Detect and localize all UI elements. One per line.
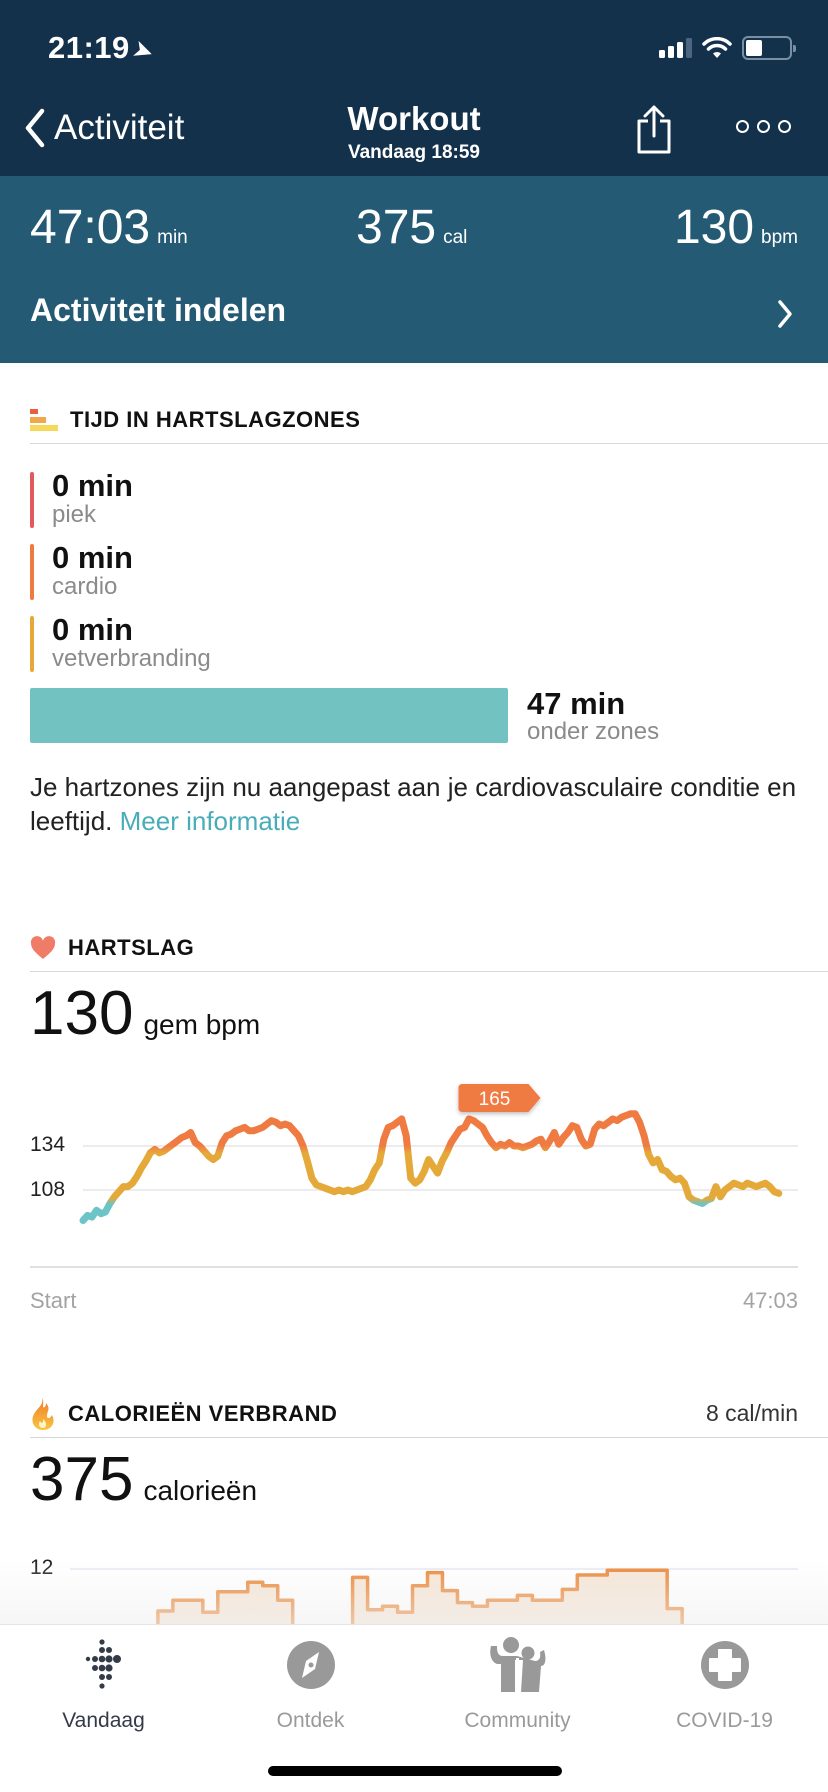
zone-fat-burn: 0 min vetverbranding [30, 614, 211, 672]
tab-today[interactable]: Vandaag [0, 1635, 207, 1733]
calorie-bar [263, 1586, 278, 1624]
stat-heart-rate: 130 bpm [673, 201, 798, 254]
calorie-bar [592, 1575, 607, 1624]
more-info-link[interactable]: Meer informatie [120, 806, 301, 836]
more-button[interactable] [736, 120, 791, 133]
calorie-bar [188, 1600, 203, 1624]
heart-icon [30, 935, 56, 959]
tab-label: Vandaag [62, 1709, 145, 1732]
more-icon [736, 120, 749, 133]
zone-cardio: 0 min cardio [30, 542, 133, 600]
calorie-bar [383, 1606, 398, 1624]
tab-label: COVID-19 [676, 1709, 773, 1732]
share-icon [637, 105, 671, 154]
below-zones-value: 47 min [527, 686, 626, 721]
x-label-start: Start [30, 1288, 77, 1313]
page-title: Workout [347, 100, 481, 137]
calorie-bar [472, 1606, 487, 1624]
calorie-bar [413, 1586, 428, 1624]
tab-label: Community [464, 1709, 571, 1732]
zone-color-bar [30, 472, 34, 528]
heart-rate-chart: 165 [30, 1084, 798, 1268]
calorie-rate: 8 cal/min [705, 1400, 798, 1426]
tab-discover[interactable]: Ontdek [207, 1635, 414, 1733]
calorie-bar [233, 1592, 248, 1624]
calorie-bar [398, 1612, 413, 1624]
tab-community[interactable]: Community [414, 1635, 621, 1733]
classify-activity-button[interactable]: Activiteit indelen [30, 292, 286, 329]
wifi-icon [702, 37, 732, 58]
home-indicator [268, 1766, 562, 1776]
heart-rate-series-line [79, 1110, 783, 1224]
chevron-right-icon[interactable] [776, 298, 794, 330]
zones-section-header: TIJD IN HARTSLAGZONES [30, 396, 828, 444]
page-subtitle: Vandaag 18:59 [347, 142, 481, 163]
section-title: CALORIEËN VERBRAND [68, 1400, 338, 1426]
location-arrow-icon: ➤ [130, 35, 157, 66]
calorie-bar [532, 1600, 547, 1624]
zones-note: Je hartzones zijn nu aangepast aan je ca… [30, 772, 797, 836]
heart-section-header: HARTSLAG [30, 924, 828, 972]
calorie-bar [622, 1570, 637, 1624]
calories-chart [70, 1568, 798, 1624]
workout-summary: 47:03 min 375 cal 130 bpm Activiteit indele… [0, 176, 828, 363]
peak-annotation: 165 [458, 1084, 541, 1112]
calorie-bar [667, 1609, 682, 1624]
avg-heart-rate: 130 gem bpm [30, 979, 261, 1048]
calorie-bar [517, 1595, 532, 1624]
status-time: 21:19➤ [48, 30, 157, 66]
calorie-bar [428, 1573, 443, 1624]
fitbit-logo-icon [85, 1639, 121, 1689]
share-button[interactable] [634, 104, 674, 159]
calorie-bar [607, 1570, 622, 1624]
top-bar: 21:19➤ Activiteit Workout Vandaag 18:59 [0, 0, 828, 176]
stat-calories: 375 cal [356, 201, 468, 254]
plus-cross-icon [700, 1641, 749, 1689]
signal-icon [659, 38, 692, 58]
calorie-bar [457, 1603, 472, 1624]
calories-section-header: CALORIEËN VERBRAND 8 cal/min [30, 1390, 828, 1438]
calorie-bar [203, 1612, 218, 1624]
section-title: HARTSLAG [68, 934, 195, 960]
calorie-bar [562, 1589, 577, 1624]
x-label-end: 47:03 [742, 1288, 798, 1313]
below-zones-label: onder zones [527, 718, 660, 745]
zone-color-bar [30, 616, 34, 672]
calorie-bar [173, 1600, 188, 1624]
calorie-bar [547, 1600, 562, 1624]
calorie-bar [502, 1600, 517, 1624]
zone-peak: 0 min piek [30, 470, 133, 528]
tab-label: Ontdek [276, 1709, 345, 1732]
calorie-bar [248, 1582, 263, 1624]
below-zones-bar [30, 688, 508, 743]
calorie-bar [278, 1600, 293, 1624]
stat-duration: 47:03 min [30, 201, 188, 254]
calorie-bar [368, 1610, 383, 1624]
calorie-bar [353, 1577, 368, 1624]
flame-icon [32, 1397, 54, 1430]
calorie-bar [487, 1600, 502, 1624]
compass-icon [286, 1641, 335, 1689]
total-calories: 375 calorieën [30, 1445, 258, 1514]
zone-color-bar [30, 544, 34, 600]
calorie-bar [218, 1592, 233, 1624]
battery-icon [742, 36, 796, 60]
tab-covid[interactable]: COVID-19 [621, 1635, 828, 1733]
calorie-bar [158, 1611, 173, 1624]
calorie-bar [652, 1570, 667, 1624]
heart-zones-icon [30, 408, 58, 431]
calorie-bar [637, 1570, 652, 1624]
community-icon [489, 1637, 545, 1694]
calorie-bar [577, 1575, 592, 1624]
section-title: TIJD IN HARTSLAGZONES [70, 406, 361, 432]
calorie-bar [442, 1591, 457, 1624]
status-icons [659, 36, 796, 60]
clock: 21:19 [48, 30, 130, 65]
peak-tooltip-label: 165 [479, 1089, 511, 1110]
